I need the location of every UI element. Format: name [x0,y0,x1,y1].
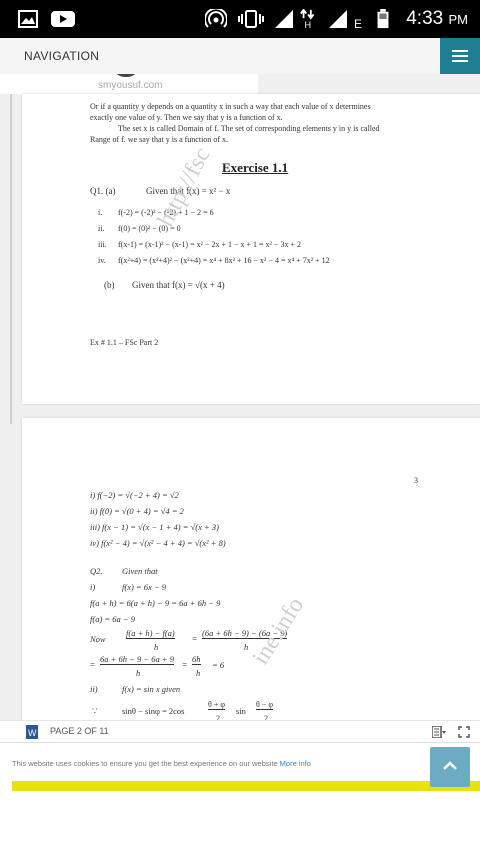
cookie-text-row: This website uses cookies to ensure you … [12,759,311,768]
fraction-1-numerator: f(a + h) − f(a) [126,628,175,639]
intro-line-1: Or if a quantity y depends on a quantity… [90,102,371,111]
q2-fx: f(x) = 6x − 9 [122,582,167,592]
status-bar: H E 4:33 PM [0,0,480,38]
q2-line-1: f(a + h) = 6(a + h) − 9 = 6a + 6h − 9 [90,598,221,608]
q1a-label: Q1. (a) [90,186,116,196]
word-document-icon: W [26,725,38,739]
item-text: f(x²+4) = (x²+4)² − (x²+4) = x⁴ + 8x² + … [118,256,330,265]
q2-ii-text: f(x) = sin x given [122,684,181,694]
vibrate-icon [238,10,264,28]
svg-text:W: W [28,728,37,738]
page-bar: W PAGE 2 OF 11 [0,720,480,743]
because-symbol: ∵ [92,706,98,716]
menu-icon [452,50,468,52]
half-diff-numerator: θ − φ [256,700,273,710]
intro-line-3: The set x is called Domain of f. The set… [118,124,380,133]
signal-icon-2 [329,10,347,28]
image-icon [18,10,38,28]
cookie-banner: This website uses cookies to ensure you … [0,742,480,793]
viewer-scroll-track[interactable] [10,94,12,424]
fullscreen-icon[interactable] [458,726,470,738]
sin-word: sin [236,706,246,716]
page-indicator: PAGE 2 OF 11 [50,726,109,736]
item-num: i. [98,208,103,217]
item-num: iii. [98,240,107,249]
signal-icon [275,10,293,28]
fraction-3-numerator: 6a + 6h − 9 − 6a + 9 [100,654,174,665]
solution-line: i) f(−2) = √(−2 + 4) = √2 [90,490,179,500]
item-num: iv. [98,256,106,265]
result: = 6 [212,660,225,670]
svg-text:H: H [304,20,311,29]
cookie-accept-bar[interactable] [12,781,480,791]
solution-line: iii) f(x − 1) = √(x − 1 + 4) = √(x + 3) [90,522,219,532]
chevron-up-icon [443,761,457,770]
hotspot-icon [205,9,227,28]
q2-i-label: i) [90,582,96,592]
page-number: 3 [414,476,418,485]
item-num: ii. [98,224,105,233]
site-url: smyousuf.com [98,80,163,91]
item-text: f(x-1) = (x-1)² − (x-1) = x² − 2x + 1 − … [118,240,301,249]
battery-icon [377,9,389,29]
menu-button[interactable] [440,38,480,74]
scroll-to-top-button[interactable] [430,747,470,787]
clock-ampm: PM [448,12,469,27]
q2-line-2: f(a) = 6a − 9 [90,614,135,624]
clock: 4:33 PM [406,8,468,30]
site-header-strip: smyousuf.com [0,74,258,94]
q1b-label: (b) [104,280,115,290]
network-type-label: E [354,17,363,31]
cookie-text: This website uses cookies to ensure you … [12,759,280,768]
intro-line-4: Range of f. we say that y is a function … [90,135,228,144]
fraction-4-denominator: h [196,668,201,678]
q2-label: Q2. [90,566,103,576]
equals-sign: = [90,660,96,670]
app-bar: NAVIGATION [0,38,480,75]
q2-ii-label: ii) [90,684,98,694]
equals-sign: = [182,660,188,670]
sin-identity: sinθ − sinφ = 2cos [122,706,185,716]
q1b-given: Given that f(x) = √(x + 4) [132,280,225,290]
youtube-icon [51,11,75,27]
app-bar-title: NAVIGATION [24,49,100,63]
solution-line: ii) f(0) = √(0 + 4) = √4 = 2 [90,506,184,516]
fraction-2-denominator: h [244,642,249,652]
data-transfer-icon: H [300,9,315,29]
now-label: Now [90,634,106,644]
view-mode-icon[interactable] [432,726,446,738]
page-footer: Ex # 1.1 – FSc Part 2 [90,338,159,347]
fraction-4-numerator: 6h [192,654,201,665]
equals-sign: = [192,634,198,644]
exercise-title: Exercise 1.1 [222,160,289,175]
intro-line-2: exactly one value of y. Then we say that… [90,113,283,122]
half-sum-numerator: θ + φ [208,700,225,710]
document-page-1: Or if a quantity y depends on a quantity… [22,94,480,404]
site-logo [112,74,140,77]
solution-line: iv) f(x² − 4) = √(x² − 4 + 4) = √(x² + 8… [90,538,226,548]
more-info-link[interactable]: More info [280,759,311,768]
document-page-2: 3 i) f(−2) = √(−2 + 4) = √2 ii) f(0) = √… [22,418,480,720]
document-viewer[interactable]: smyousuf.com Or if a quantity y depends … [0,74,480,720]
clock-time: 4:33 [406,8,444,29]
fraction-3-denominator: h [136,668,141,678]
fraction-1-denominator: h [154,642,159,652]
q2-given: Given that [122,566,158,576]
